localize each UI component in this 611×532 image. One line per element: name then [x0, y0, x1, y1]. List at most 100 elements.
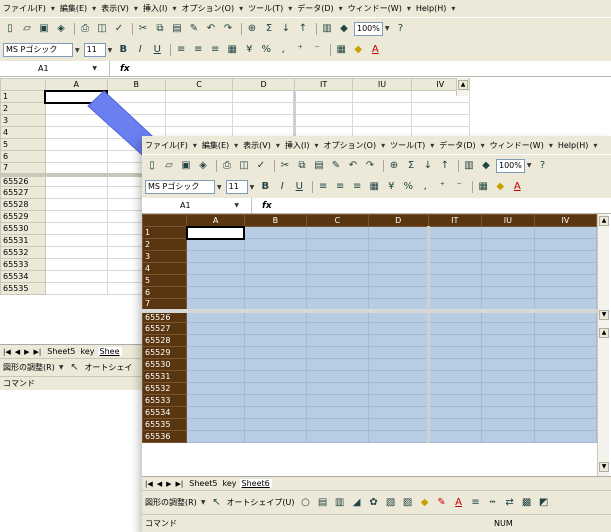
grid-cell[interactable] [427, 286, 482, 299]
grid-cell[interactable] [427, 358, 482, 371]
grid-cell[interactable] [533, 298, 598, 311]
sheet-tab[interactable]: Sheet5 [187, 479, 219, 488]
grid-cell[interactable] [305, 418, 369, 431]
grid-cell[interactable] [427, 382, 482, 395]
grid-cell[interactable] [305, 274, 369, 287]
sort-asc-icon[interactable]: ↓ [421, 159, 435, 173]
sort-desc-icon[interactable]: ↑ [438, 159, 452, 173]
grid-cell[interactable] [243, 334, 307, 347]
grid-cell[interactable] [305, 358, 369, 371]
fill-color-icon[interactable]: ◆ [493, 180, 507, 194]
column-header[interactable]: IV [533, 214, 598, 227]
comma-icon[interactable]: , [418, 180, 432, 194]
row-header[interactable]: 65536 [142, 430, 188, 443]
tab-scroll-icon[interactable]: |◀ [145, 480, 153, 488]
tab-scroll-icon[interactable]: ▶ [166, 480, 171, 488]
grid-cell[interactable] [533, 226, 598, 239]
new-file-icon[interactable]: ▯ [145, 159, 159, 173]
grid-cell[interactable] [186, 286, 245, 299]
grid-cell[interactable] [186, 394, 245, 407]
menu-item[interactable]: ウィンドー(W) [490, 140, 544, 151]
grid-cell[interactable] [243, 286, 307, 299]
font-size-select[interactable]: 11 [225, 180, 248, 194]
shadow-icon[interactable]: ▩ [520, 496, 534, 510]
row-header[interactable]: 65533 [142, 394, 188, 407]
line-style-icon[interactable]: ≡ [469, 496, 483, 510]
chevron-down-icon[interactable]: ▼ [234, 198, 239, 213]
grid-cell[interactable] [427, 430, 482, 443]
grid-cell[interactable] [480, 358, 535, 371]
dash-style-icon[interactable]: ┅ [486, 496, 500, 510]
grid-cell[interactable] [480, 274, 535, 287]
grid-cell[interactable] [427, 308, 482, 323]
grid-cell[interactable] [243, 346, 307, 359]
menu-item[interactable]: ツール(T) [390, 140, 425, 151]
chevron-down-icon[interactable]: ▼ [527, 162, 532, 169]
hyperlink-icon[interactable]: ⊕ [387, 159, 401, 173]
sheet-tab[interactable]: Sheet6 [239, 479, 272, 488]
row-header[interactable]: 65534 [142, 406, 188, 419]
line-color-icon[interactable]: ✎ [435, 496, 449, 510]
borders-icon[interactable]: ▦ [476, 180, 490, 194]
grid-cell[interactable] [367, 418, 430, 431]
autosum-icon[interactable]: Σ [404, 159, 418, 173]
row-header[interactable]: 65529 [142, 346, 188, 359]
grid-cell[interactable] [243, 308, 307, 323]
3d-icon[interactable]: ◩ [537, 496, 551, 510]
grid-cell[interactable] [305, 308, 369, 323]
grid-cell[interactable] [186, 370, 245, 383]
select-all-corner[interactable] [142, 214, 188, 227]
spellcheck-icon[interactable]: ✓ [254, 159, 268, 173]
align-right-icon[interactable]: ≡ [350, 180, 364, 194]
grid-cell[interactable] [305, 298, 369, 311]
column-header[interactable]: IT [427, 214, 482, 227]
grid-cell[interactable] [186, 382, 245, 395]
chevron-down-icon[interactable]: ▼ [201, 499, 206, 506]
grid-cell[interactable] [243, 370, 307, 383]
drawing-icon[interactable]: ◆ [479, 159, 493, 173]
grid-cell[interactable] [533, 250, 598, 263]
menu-item[interactable]: 編集(E) [202, 140, 229, 151]
underline-icon[interactable]: U [292, 180, 306, 194]
currency-icon[interactable]: ¥ [384, 180, 398, 194]
grid-cell[interactable] [533, 382, 598, 395]
grid-cell[interactable] [186, 238, 245, 251]
grid-cell[interactable] [367, 286, 430, 299]
vertical-textbox-icon[interactable]: ▥ [333, 496, 347, 510]
merge-center-icon[interactable]: ▦ [367, 180, 381, 194]
menu-item[interactable]: 挿入(I) [285, 140, 310, 151]
grid-cell[interactable] [305, 346, 369, 359]
grid-cell[interactable] [480, 298, 535, 311]
percent-icon[interactable]: % [401, 180, 415, 194]
help-icon[interactable]: ? [536, 159, 550, 173]
undo-icon[interactable]: ↶ [346, 159, 360, 173]
grid-cell[interactable] [243, 322, 307, 335]
textbox-icon[interactable]: ▤ [316, 496, 330, 510]
grid-cell[interactable] [427, 406, 482, 419]
grid-cell[interactable] [533, 334, 598, 347]
print-icon[interactable]: ⎙ [220, 159, 234, 173]
row-header[interactable]: 7 [142, 298, 188, 311]
grid-cell[interactable] [533, 238, 598, 251]
grid-cell[interactable] [480, 226, 535, 239]
grid-cell[interactable] [427, 274, 482, 287]
grid-cell[interactable] [367, 262, 430, 275]
grid-cell[interactable] [305, 334, 369, 347]
grid-cell[interactable] [427, 346, 482, 359]
name-box[interactable]: A1 ▼ [142, 198, 252, 213]
fill-color-icon[interactable]: ◆ [418, 496, 432, 510]
grid-cell[interactable] [186, 334, 245, 347]
grid-cell[interactable] [480, 394, 535, 407]
format-painter-icon[interactable]: ✎ [329, 159, 343, 173]
grid-cell[interactable] [427, 262, 482, 275]
oval-icon[interactable]: ○ [299, 496, 313, 510]
grid-cell[interactable] [243, 382, 307, 395]
grid-cell[interactable] [186, 322, 245, 335]
row-header[interactable]: 65526 [142, 308, 188, 323]
grid-cell[interactable] [305, 238, 369, 251]
grid-cell[interactable] [186, 298, 245, 311]
grid-cell[interactable] [533, 286, 598, 299]
scroll-down-icon[interactable]: ▼ [599, 462, 609, 472]
grid-cell[interactable] [533, 322, 598, 335]
grid-cell[interactable] [367, 346, 430, 359]
